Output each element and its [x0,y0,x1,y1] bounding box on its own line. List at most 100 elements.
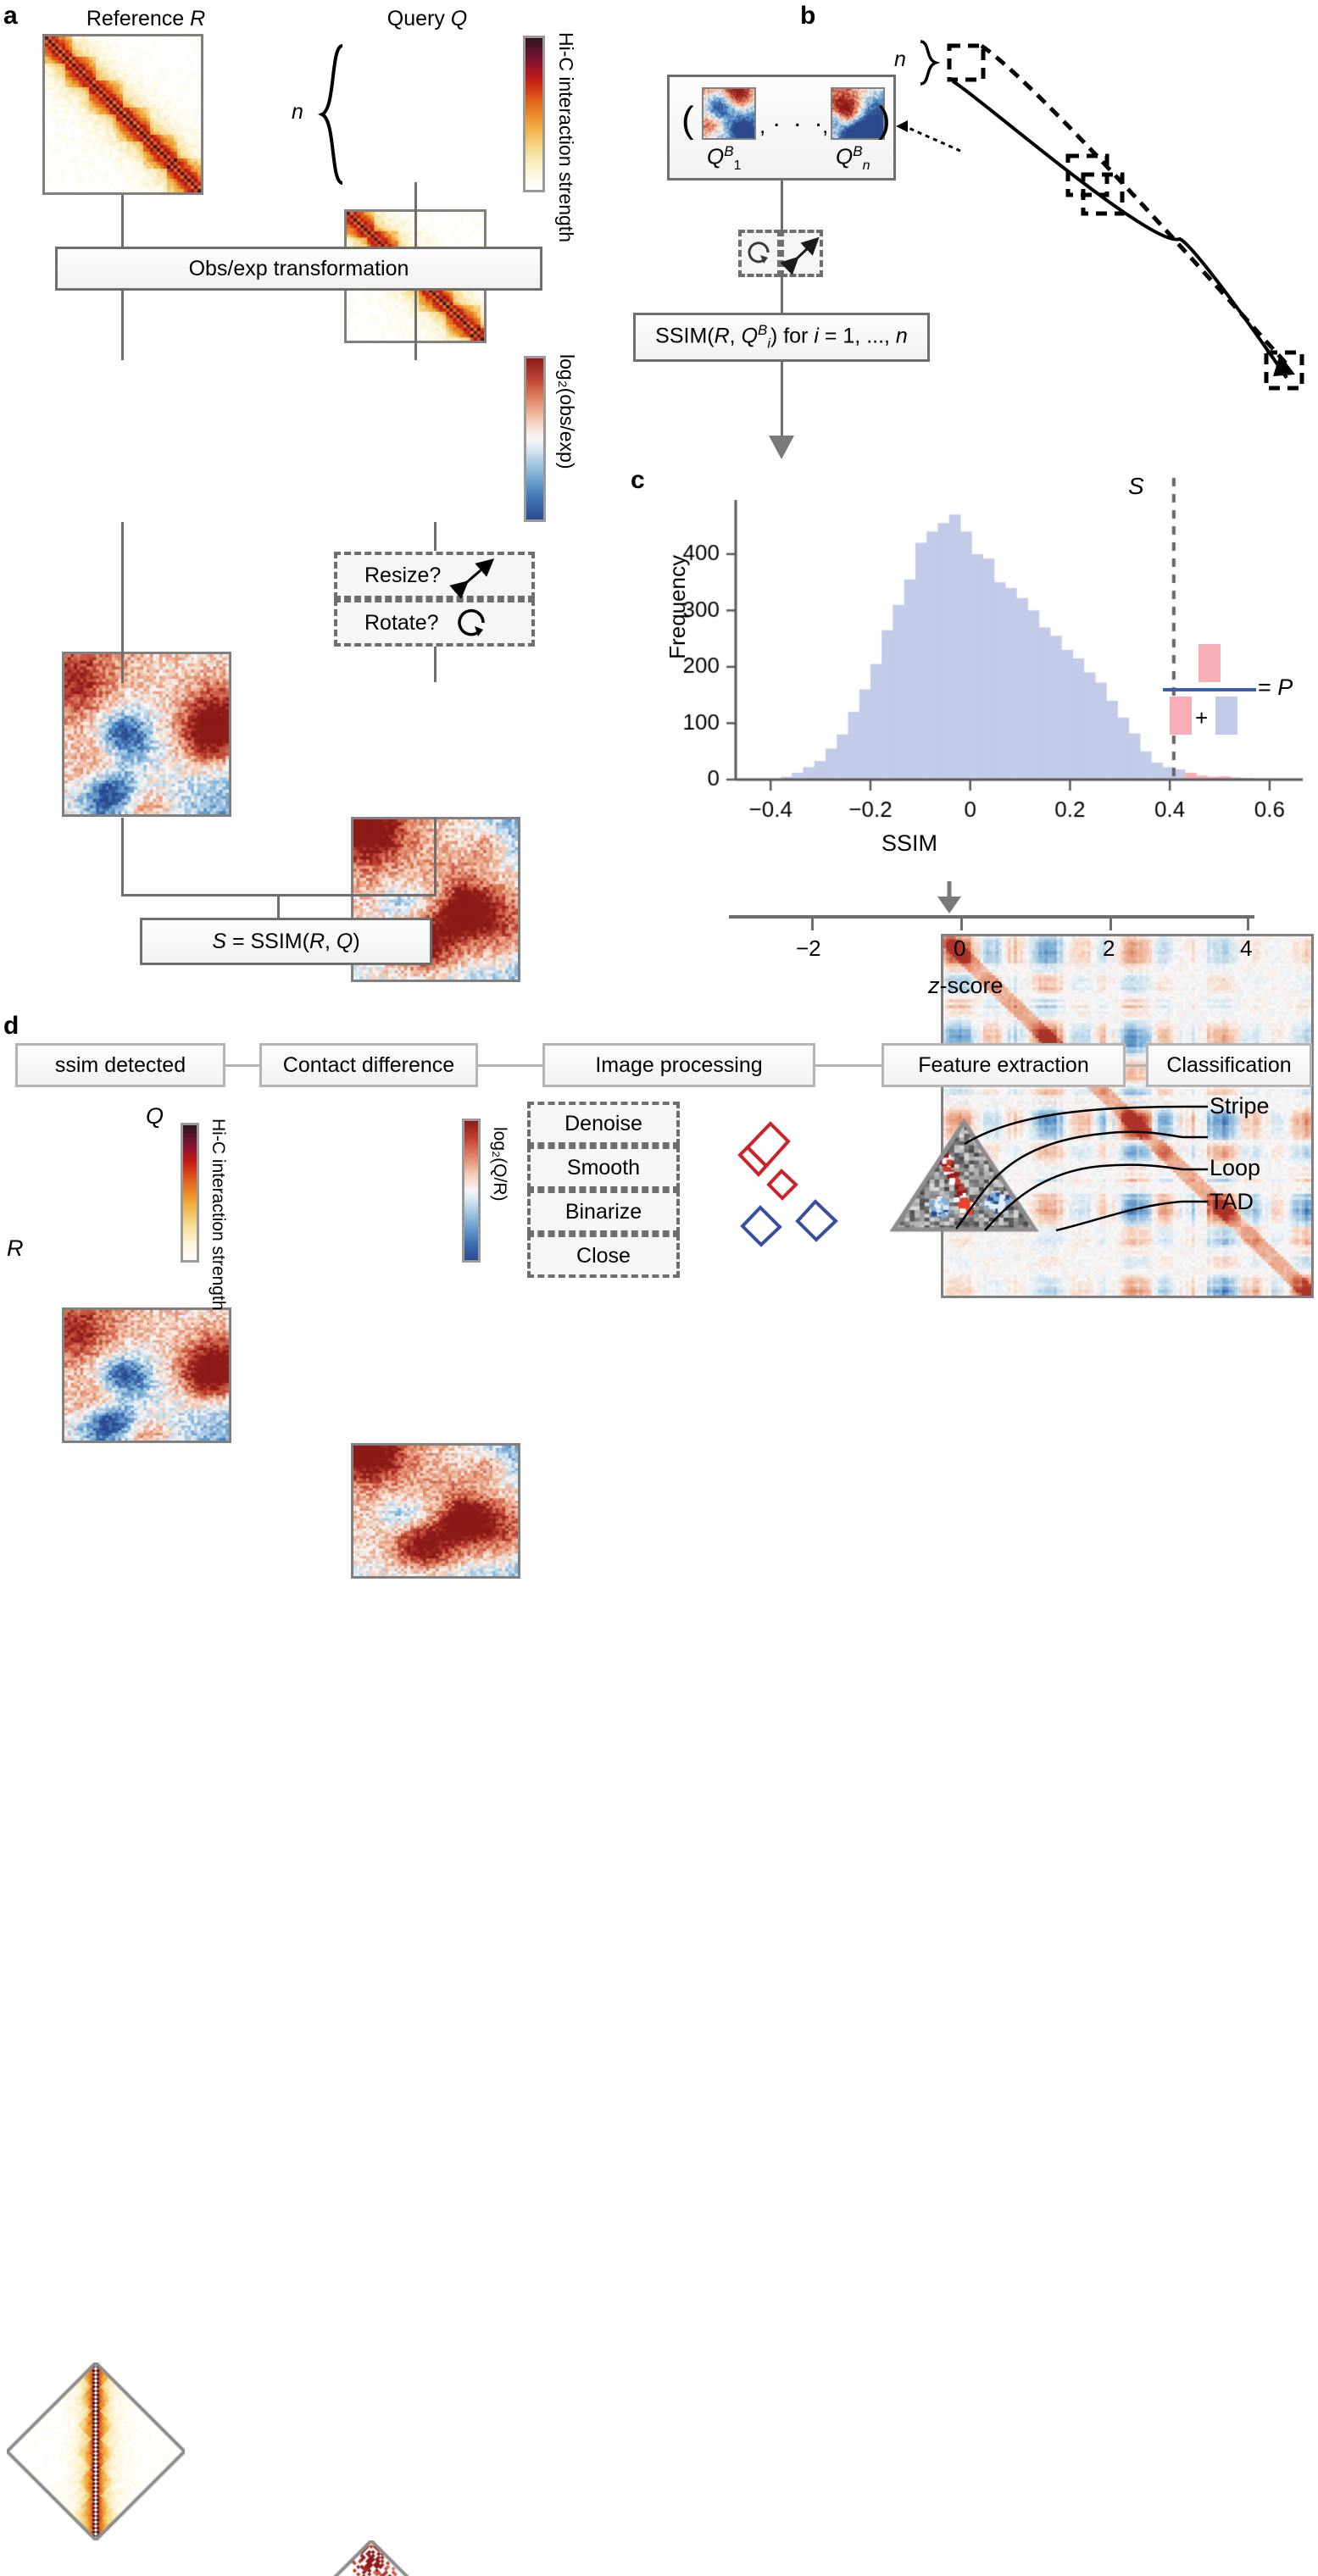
query-block-n-label: QBn [836,143,870,173]
rotate-arrow-icon [457,608,485,636]
reference-obsexp-matrix [62,652,231,817]
tuple-comma-1: , [759,113,766,138]
resize-arrow-icon-b [780,236,820,275]
connector-qryoe-down [434,522,437,551]
panel-d-letter: d [3,1012,19,1040]
transform-icons-group [738,230,823,277]
rotate-label: Rotate? [364,610,439,635]
reference-final-matrix [62,1307,231,1443]
zscore-ticklabel-1: 0 [954,935,966,961]
rotate-arrow-icon-b [748,242,770,264]
feature-callout-lines [955,1105,1208,1232]
step-ssim-detected[interactable]: ssim detected [15,1043,225,1087]
panel-c-letter: c [631,466,645,494]
callout-arrow-b [896,120,961,153]
resize-icon-box[interactable] [780,230,823,277]
zscore-tick-1 [960,919,963,930]
query-final-matrix [351,1443,520,1579]
query-blocks-box: ( , . . . , ) QB1 QBn [667,75,896,180]
connector-query-down [414,182,417,247]
n-brace-b [920,40,941,86]
obsexp-colorbar-label: log₂(obs/exp) [556,354,579,469]
ssim-loop-label: SSIM(R, QBi) for i = 1, ..., n [655,322,908,352]
step-connector-1 [225,1064,259,1067]
tuple-close-paren: ) [878,99,891,141]
pvalue-fraction-bar [1163,688,1256,691]
zscore-axis-label: z-score [928,973,1004,998]
tuple-open-paren: ( [681,99,694,141]
n-label-b: n [894,47,906,71]
ssim-result-label: S = SSIM(R, Q) [212,929,360,953]
rotate-icon-box[interactable] [738,230,781,277]
arrow-down-c [937,881,961,913]
connector-icons-down [781,277,783,313]
pvalue-legend: + = P [1163,644,1318,737]
hic-colorbar-label-d: Hi-C interaction strength [209,1119,229,1311]
connector-obsexp-left [121,291,124,360]
query-block-1-label: QB1 [707,143,742,173]
op-close[interactable]: Close [527,1234,680,1278]
op-binarize[interactable]: Binarize [527,1190,680,1234]
qr-colorbar-label-d: log₂(Q/R) [490,1127,510,1202]
connector-transform-down [434,647,437,682]
zscore-axis-ticks: −2 0 2 4 [729,915,1254,966]
contact-difference-diamond [282,2540,460,2576]
op-smooth[interactable]: Smooth [527,1146,680,1190]
connector-ref-down [121,195,124,247]
zscore-tick-0 [811,919,814,930]
connector-refoe-down [121,522,124,683]
connector-qryf-down [434,818,437,894]
step-feature-extraction[interactable]: Feature extraction [881,1043,1126,1087]
connector-obsexp-right [414,291,417,360]
step-classification[interactable]: Classification [1146,1043,1312,1087]
panel-b-letter: b [800,2,816,30]
arrow-down-b [769,436,794,459]
tuple-ellipsis: . . . [773,104,826,132]
reference-title: Reference R [86,7,206,31]
query-brace [318,44,343,185]
pvalue-denominator-blue [1215,697,1237,735]
rotate-option[interactable]: Rotate? [334,599,535,647]
zscore-tick-2 [1109,919,1112,930]
step-connector-2 [478,1064,542,1067]
tuple-comma-2: , [822,113,829,138]
feature-label-stripe: Stripe [1210,1093,1270,1119]
zscore-ticklabel-3: 4 [1240,935,1253,961]
connector-join-down [277,894,280,918]
resize-arrow-icon [449,558,495,599]
hic-colorbar-a [523,36,545,192]
diamond-r-label: R [7,1235,24,1261]
hist-x-axis-label: SSIM [881,830,938,856]
zscore-tick-3 [1247,919,1249,930]
image-processing-ops: Denoise Smooth Binarize Close [527,1102,680,1278]
genome-matrix-overlay [947,43,1304,391]
resize-option[interactable]: Resize? [334,552,535,599]
hist-y-axis-label: Frequency [665,555,690,659]
hic-colorbar-label-a: Hi-C interaction strength [555,32,578,242]
n-label-a: n [292,100,303,124]
zscore-ticklabel-0: −2 [796,935,821,961]
pvalue-plus-sign: + [1195,705,1209,730]
ssim-result-box[interactable]: S = SSIM(R, Q) [140,918,432,965]
hic-colorbar-d [181,1123,199,1263]
query-block-1-matrix [702,87,756,140]
obsexp-colorbar [524,356,546,522]
diamond-q-label: Q [146,1103,164,1129]
pvalue-numerator-pink [1198,644,1221,682]
threshold-label-S: S [1128,473,1144,499]
ssim-detected-diamond [7,2362,185,2540]
pvalue-equals-label: = P [1258,675,1293,700]
step-contact-difference[interactable]: Contact difference [259,1043,478,1087]
pvalue-denominator-pink [1170,697,1192,735]
step-connector-3 [815,1064,881,1067]
ssim-loop-box[interactable]: SSIM(R, QBi) for i = 1, ..., n [633,313,930,362]
obsexp-box[interactable]: Obs/exp transformation [55,247,542,291]
qr-colorbar-d [462,1119,481,1263]
feature-label-tad: TAD [1210,1189,1254,1214]
panel-a-letter: a [3,2,18,30]
op-denoise[interactable]: Denoise [527,1102,680,1146]
reference-matrix [42,34,203,195]
step-image-processing[interactable]: Image processing [542,1043,815,1087]
query-block-n-matrix [831,87,885,140]
transform-options-group: Resize? Rotate? [334,552,535,647]
